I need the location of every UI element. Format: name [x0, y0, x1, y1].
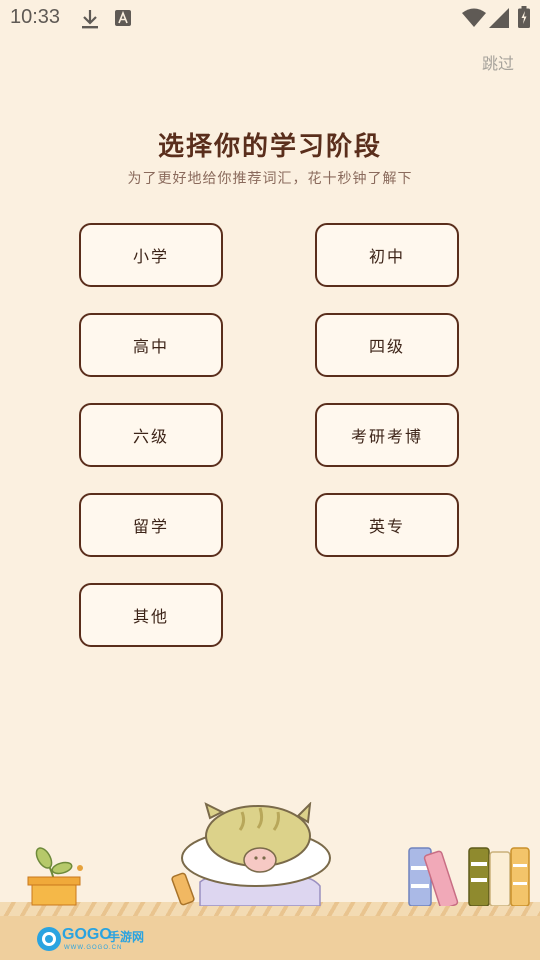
watermark-brand-cn: 手游网 — [108, 930, 145, 944]
watermark-url: WWW.GOGO.CN — [64, 945, 123, 951]
option-primary-school[interactable]: 小学 — [79, 223, 223, 287]
status-time: 10:33 — [10, 6, 61, 28]
page-subtitle: 为了更好地给你推荐词汇，花十秒钟了解下 — [127, 171, 413, 187]
watermark-logo: GOGO 手游网 WWW.GOGO.CN — [36, 924, 146, 956]
option-cet6[interactable]: 六级 — [79, 403, 223, 467]
option-cet4[interactable]: 四级 — [315, 313, 459, 377]
skip-button[interactable]: 跳过 — [482, 50, 514, 74]
option-english-major[interactable]: 英专 — [315, 493, 459, 557]
wifi-icon — [462, 8, 486, 27]
signal-icon — [489, 8, 509, 28]
battery-charging-icon — [518, 6, 530, 28]
hamster-mascot-illustration — [171, 802, 331, 906]
keyboard-a-icon — [115, 10, 131, 26]
watermark-brand: GOGO — [62, 926, 112, 943]
option-senior-high[interactable]: 高中 — [79, 313, 223, 377]
option-study-abroad[interactable]: 留学 — [79, 493, 223, 557]
page-title: 选择你的学习阶段 — [157, 132, 382, 162]
download-icon — [82, 10, 98, 29]
option-other[interactable]: 其他 — [79, 583, 223, 647]
option-junior-high[interactable]: 初中 — [315, 223, 459, 287]
status-bar: 10:33 — [0, 0, 540, 38]
gogo-logo-icon — [37, 927, 61, 951]
option-postgrad-exam[interactable]: 考研考博 — [315, 403, 459, 467]
potted-plant-illustration — [27, 847, 83, 906]
books-illustration — [408, 847, 530, 906]
